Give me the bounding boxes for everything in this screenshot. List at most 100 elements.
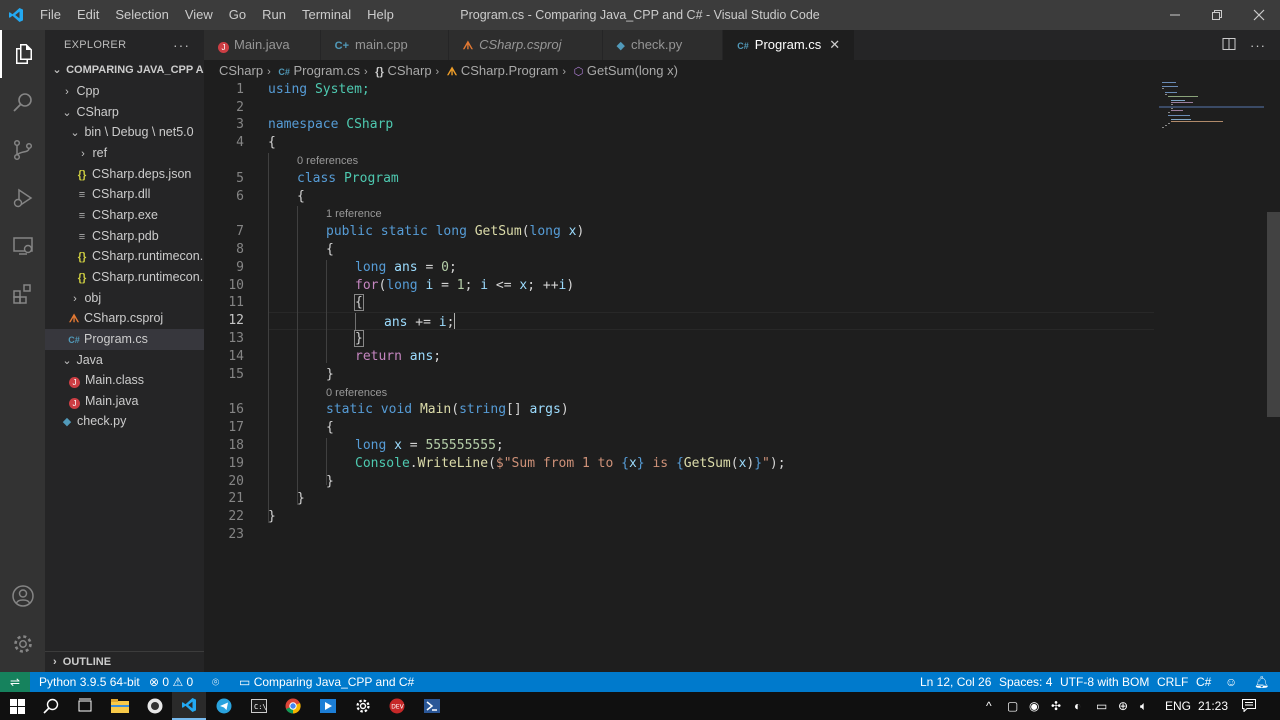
show-hidden-icons-icon[interactable]: ^ <box>986 692 992 720</box>
telegram-icon[interactable] <box>207 692 241 720</box>
source-control-activity[interactable] <box>0 126 45 174</box>
chevron-right-icon: › <box>53 656 57 668</box>
line-number: 19 <box>228 456 244 471</box>
notifications-icon[interactable]: 🔔︎ <box>1254 672 1269 692</box>
encoding[interactable]: UTF-8 with BOM <box>1060 672 1149 692</box>
python-interpreter[interactable]: Python 3.9.5 64-bit <box>39 672 140 692</box>
menu-help[interactable]: Help <box>359 0 402 30</box>
file-lines-icon: ≡ <box>78 189 86 201</box>
outline-section[interactable]: › OUTLINE <box>45 651 204 672</box>
terminal-icon[interactable]: C:\ <box>242 692 276 720</box>
split-editor-icon[interactable] <box>1222 37 1236 54</box>
code-editor[interactable]: 1 2 3 4 5 6 7 8 9 10 11 12 13 14 15 16 1… <box>204 82 1280 672</box>
tree-folder-ref[interactable]: › ref <box>45 143 204 164</box>
codelens-references[interactable]: 1 reference <box>326 208 382 220</box>
network-icon[interactable]: ⊕ <box>1118 692 1128 720</box>
tree-file-program-cs[interactable]: C# Program.cs <box>45 329 204 350</box>
code-line: public static long GetSum(long x) <box>326 224 585 239</box>
tab-check-py[interactable]: ◆ check.py <box>602 30 724 60</box>
tree-file-check-py[interactable]: ◆ check.py <box>45 411 204 432</box>
file-explorer-icon[interactable] <box>103 692 137 720</box>
menu-go[interactable]: Go <box>221 0 254 30</box>
codelens-references[interactable]: 0 references <box>297 155 358 167</box>
tree-file-main-class[interactable]: J Main.class <box>45 370 204 391</box>
vscode-taskbar-icon[interactable] <box>172 692 206 720</box>
tree-file-runtimeconfig-1[interactable]: {} CSharp.runtimecon... <box>45 246 204 267</box>
tab-main-cpp[interactable]: C+ main.cpp <box>320 30 449 60</box>
tree-file-csproj[interactable]: ᗑ CSharp.csproj <box>45 308 204 329</box>
tree-file-pdb[interactable]: ≡ CSharp.pdb <box>45 226 204 247</box>
indentation[interactable]: Spaces: 4 <box>999 672 1052 692</box>
obs-icon[interactable] <box>138 692 172 720</box>
menu-edit[interactable]: Edit <box>69 0 107 30</box>
workspace-root[interactable]: ⌄ COMPARING JAVA_CPP A... <box>45 60 204 81</box>
breadcrumb-method[interactable]: GetSum(long x) <box>587 63 678 78</box>
tree-file-deps-json[interactable]: {} CSharp.deps.json <box>45 164 204 185</box>
breadcrumb-folder[interactable]: CSharp <box>219 63 263 78</box>
cursor-position[interactable]: Ln 12, Col 26 <box>920 672 991 692</box>
tray-display-icon[interactable]: ▢ <box>1007 692 1018 720</box>
line-number: 11 <box>228 295 244 310</box>
menu-run[interactable]: Run <box>254 0 294 30</box>
more-actions-icon[interactable]: ··· <box>173 30 190 60</box>
problems-indicator[interactable]: ⊗ 0 ⚠ 0 <box>149 672 193 692</box>
codelens-references[interactable]: 0 references <box>326 387 387 399</box>
tree-folder-csharp[interactable]: ⌄ CSharp <box>45 102 204 123</box>
tree-folder-java[interactable]: ⌄ Java <box>45 350 204 371</box>
tray-app-icon[interactable]: ◐ <box>1074 692 1081 720</box>
menu-terminal[interactable]: Terminal <box>294 0 359 30</box>
tab-csharp-csproj[interactable]: ᗑ CSharp.csproj <box>448 30 603 60</box>
remote-explorer-activity[interactable] <box>0 222 45 270</box>
vertical-scrollbar[interactable] <box>1267 212 1280 417</box>
close-tab-icon[interactable]: ✕ <box>829 37 840 52</box>
tree-folder-bin-debug[interactable]: ⌄ bin \ Debug \ net5.0 <box>45 122 204 143</box>
end-of-line[interactable]: CRLF <box>1157 672 1188 692</box>
breadcrumb-file[interactable]: Program.cs <box>294 63 360 78</box>
tree-file-exe[interactable]: ≡ CSharp.exe <box>45 205 204 226</box>
powershell-icon[interactable] <box>415 692 449 720</box>
app-store-icon[interactable] <box>311 692 345 720</box>
accounts-activity[interactable] <box>0 572 45 620</box>
menu-file[interactable]: File <box>32 0 69 30</box>
settings-icon[interactable] <box>346 692 380 720</box>
feedback-icon[interactable]: ☺ <box>1225 672 1237 692</box>
workspace-indicator[interactable]: ▭ Comparing Java_CPP and C# <box>239 672 414 692</box>
devcpp-icon[interactable]: DEV <box>380 692 414 720</box>
input-language[interactable]: ENG <box>1165 692 1191 720</box>
clock[interactable]: 21:23 <box>1198 692 1228 720</box>
close-window-button[interactable] <box>1238 0 1280 30</box>
tree-file-main-java[interactable]: J Main.java <box>45 391 204 412</box>
tree-file-runtimeconfig-2[interactable]: {} CSharp.runtimecon... <box>45 267 204 288</box>
action-center-icon[interactable] <box>1242 692 1256 720</box>
language-mode[interactable]: C# <box>1196 672 1211 692</box>
manage-activity[interactable] <box>0 620 45 668</box>
tray-app-icon[interactable]: ◉ <box>1029 692 1039 720</box>
live-share-icon[interactable]: ⌾ <box>212 672 219 692</box>
remote-indicator[interactable]: ⇌ <box>0 672 30 692</box>
volume-icon[interactable]: 🔈︎ <box>1140 692 1147 720</box>
menu-selection[interactable]: Selection <box>107 0 176 30</box>
extensions-activity[interactable] <box>0 270 45 318</box>
tray-app-icon[interactable]: ✣ <box>1051 692 1061 720</box>
run-debug-activity[interactable] <box>0 174 45 222</box>
breadcrumb-class[interactable]: CSharp.Program <box>461 63 559 78</box>
minimize-button[interactable] <box>1154 0 1196 30</box>
battery-icon[interactable]: ▭ <box>1096 692 1107 720</box>
breadcrumb-namespace[interactable]: CSharp <box>387 63 431 78</box>
tree-file-dll[interactable]: ≡ CSharp.dll <box>45 184 204 205</box>
more-actions-icon[interactable]: ··· <box>1250 38 1266 53</box>
menu-view[interactable]: View <box>177 0 221 30</box>
tree-folder-cpp[interactable]: › Cpp <box>45 81 204 102</box>
windows-start-icon[interactable] <box>0 692 34 720</box>
explorer-activity[interactable] <box>0 30 45 78</box>
line-number: 8 <box>236 242 244 257</box>
tab-program-cs[interactable]: C# Program.cs ✕ <box>723 30 856 60</box>
search-activity[interactable] <box>0 78 45 126</box>
tab-main-java[interactable]: J Main.java <box>204 30 321 60</box>
chrome-icon[interactable] <box>276 692 310 720</box>
minimap[interactable] <box>1159 82 1264 142</box>
tree-folder-obj[interactable]: › obj <box>45 288 204 309</box>
restore-button[interactable] <box>1196 0 1238 30</box>
task-view-icon[interactable] <box>68 692 102 720</box>
taskbar-search-icon[interactable] <box>34 692 68 720</box>
